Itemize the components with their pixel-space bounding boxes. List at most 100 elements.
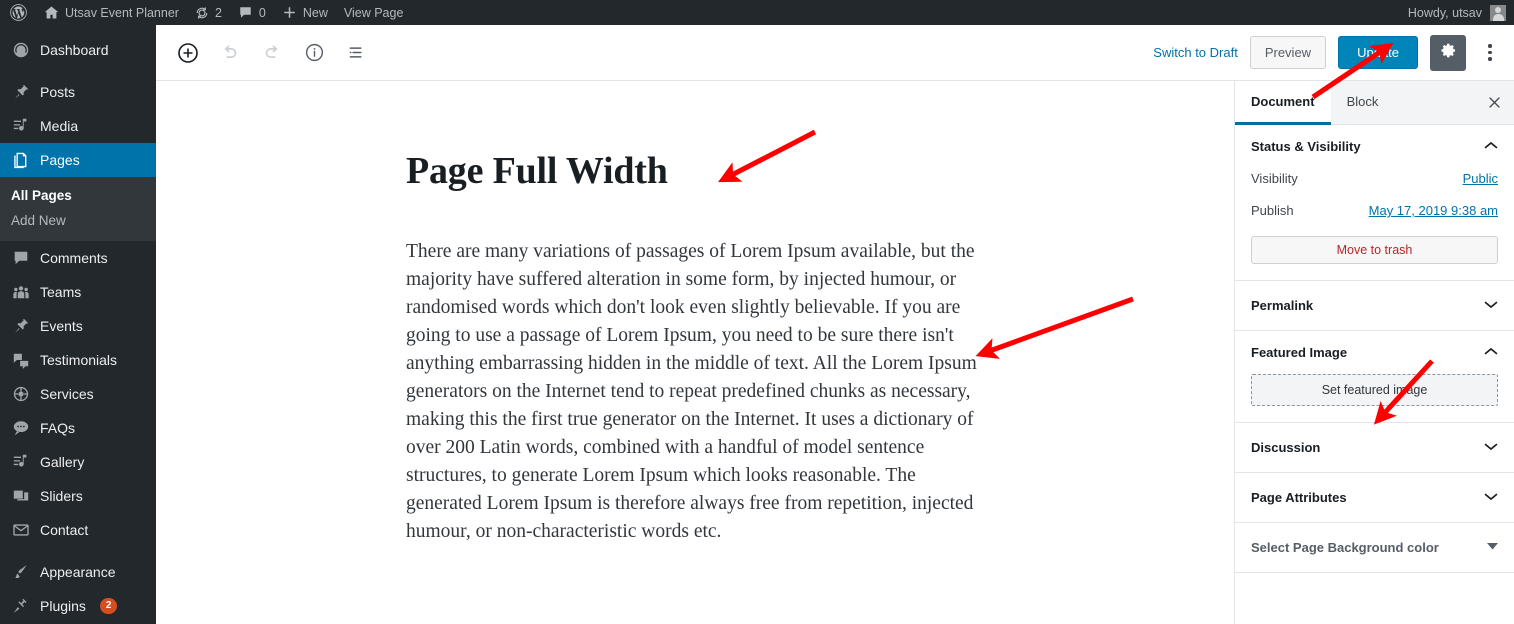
- move-to-trash-button[interactable]: Move to trash: [1251, 236, 1498, 264]
- plus-icon: [282, 5, 297, 20]
- sidebar-item-label: Posts: [40, 84, 76, 100]
- add-block-button[interactable]: [170, 35, 206, 71]
- sidebar-item-comments[interactable]: Comments: [0, 241, 156, 275]
- sidebar-item-label: Appearance: [40, 564, 116, 580]
- panel-title: Featured Image: [1251, 345, 1348, 360]
- sidebar-item-plugins[interactable]: Plugins 2: [0, 589, 156, 623]
- set-featured-image-button[interactable]: Set featured image: [1251, 374, 1498, 406]
- page-title[interactable]: Page Full Width: [406, 149, 1234, 193]
- visibility-row: Visibility Public: [1251, 171, 1498, 186]
- publish-date-button[interactable]: May 17, 2019 9:38 am: [1369, 203, 1498, 218]
- switch-to-draft-link[interactable]: Switch to Draft: [1153, 45, 1238, 60]
- block-navigation-button[interactable]: [338, 35, 374, 71]
- teams-icon: [11, 282, 31, 302]
- sidebar-item-teams[interactable]: Teams: [0, 275, 156, 309]
- update-button[interactable]: Update: [1338, 36, 1418, 69]
- tab-block[interactable]: Block: [1331, 81, 1395, 125]
- chevron-down-icon: [1484, 300, 1498, 312]
- updates-menu[interactable]: 2: [187, 0, 230, 25]
- sidebar-item-pages[interactable]: Pages: [0, 143, 156, 177]
- site-name-menu[interactable]: Utsav Event Planner: [36, 0, 187, 25]
- block-editor: Switch to Draft Preview Update Page Full…: [156, 25, 1514, 624]
- plugins-icon: [11, 596, 31, 616]
- plugins-update-badge: 2: [99, 598, 118, 614]
- sidebar-item-sliders[interactable]: Sliders: [0, 479, 156, 513]
- submenu-item-all-pages[interactable]: All Pages: [0, 183, 156, 208]
- more-options-button[interactable]: [1478, 35, 1502, 71]
- settings-tablist: Document Block: [1235, 81, 1514, 125]
- sidebar-item-dashboard[interactable]: Dashboard: [0, 33, 156, 67]
- visibility-value-button[interactable]: Public: [1463, 171, 1498, 186]
- more-options-icon: [1488, 44, 1492, 48]
- sidebar-item-label: Sliders: [40, 488, 83, 504]
- comments-count: 0: [258, 5, 266, 20]
- sidebar-item-label: Comments: [40, 250, 108, 266]
- editor-header-actions: Switch to Draft Preview Update: [1153, 34, 1502, 71]
- new-content-menu[interactable]: New: [274, 0, 336, 25]
- comments-menu[interactable]: 0: [230, 0, 274, 25]
- undo-button[interactable]: [212, 35, 248, 71]
- sidebar-item-posts[interactable]: Posts: [0, 75, 156, 109]
- sidebar-item-appearance[interactable]: Appearance: [0, 555, 156, 589]
- triangle-down-icon: [1487, 542, 1498, 553]
- gear-icon: [1439, 41, 1458, 65]
- updates-count: 2: [214, 5, 222, 20]
- preview-button[interactable]: Preview: [1249, 36, 1327, 69]
- view-page-menu[interactable]: View Page: [336, 0, 412, 25]
- close-settings-button[interactable]: [1474, 81, 1514, 125]
- chevron-down-icon: [1484, 492, 1498, 504]
- sidebar-item-events[interactable]: Events: [0, 309, 156, 343]
- submenu-item-add-new[interactable]: Add New: [0, 208, 156, 233]
- tab-document[interactable]: Document: [1235, 81, 1331, 125]
- sidebar-item-label: Gallery: [40, 454, 85, 470]
- panel-title: Permalink: [1251, 298, 1314, 313]
- pin-icon: [11, 82, 31, 102]
- sidebar-item-label: Services: [40, 386, 94, 402]
- sidebar-item-contact[interactable]: Contact: [0, 513, 156, 547]
- admin-sidebar-menu: Dashboard Posts Media Pages All Pages Ad…: [0, 25, 156, 624]
- permalink-panel-header[interactable]: Permalink: [1235, 281, 1514, 331]
- visibility-label: Visibility: [1251, 171, 1298, 186]
- site-name-label: Utsav Event Planner: [65, 5, 179, 20]
- admin-bar: Utsav Event Planner 2 0 New View Page Ho…: [0, 0, 1514, 25]
- close-icon: [1488, 97, 1500, 108]
- pin-icon: [11, 316, 31, 336]
- sidebar-item-media[interactable]: Media: [0, 109, 156, 143]
- discussion-panel-header[interactable]: Discussion: [1235, 423, 1514, 473]
- status-visibility-header[interactable]: Status & Visibility: [1251, 139, 1498, 154]
- paragraph-block[interactable]: There are many variations of passages of…: [406, 238, 986, 546]
- menu-spacer-2: [0, 547, 156, 555]
- redo-button[interactable]: [254, 35, 290, 71]
- featured-image-header[interactable]: Featured Image: [1251, 345, 1498, 360]
- menu-spacer-top: [0, 25, 156, 33]
- wordpress-logo-icon[interactable]: [0, 0, 36, 25]
- editor-canvas[interactable]: Page Full Width There are many variation…: [156, 81, 1234, 624]
- comment-bubble-icon: [238, 5, 253, 20]
- sidebar-item-gallery[interactable]: Gallery: [0, 445, 156, 479]
- account-menu[interactable]: Howdy, utsav: [1407, 4, 1514, 21]
- settings-gear-button[interactable]: [1430, 34, 1466, 71]
- chevron-up-icon: [1484, 347, 1498, 359]
- services-icon: [11, 384, 31, 404]
- panel-title: Page Attributes: [1251, 490, 1347, 505]
- featured-image-panel: Featured Image Set featured image: [1235, 331, 1514, 423]
- pages-icon: [11, 150, 31, 170]
- gallery-icon: [11, 452, 31, 472]
- sidebar-item-label: FAQs: [40, 420, 76, 436]
- content-info-button[interactable]: [296, 35, 332, 71]
- sidebar-item-label: Dashboard: [40, 42, 109, 58]
- updates-icon: [195, 6, 209, 20]
- sidebar-item-faqs[interactable]: FAQs: [0, 411, 156, 445]
- sidebar-item-testimonials[interactable]: Testimonials: [0, 343, 156, 377]
- new-label: New: [302, 5, 328, 20]
- appearance-icon: [11, 562, 31, 582]
- submenu-label: Add New: [11, 213, 66, 228]
- page-attributes-panel-header[interactable]: Page Attributes: [1235, 473, 1514, 523]
- sidebar-item-services[interactable]: Services: [0, 377, 156, 411]
- sidebar-item-label: Contact: [40, 522, 89, 538]
- background-color-panel-header[interactable]: Select Page Background color: [1235, 523, 1514, 573]
- howdy-label: Howdy, utsav: [1407, 5, 1482, 20]
- status-visibility-panel: Status & Visibility Visibility Public Pu…: [1235, 125, 1514, 281]
- dashboard-icon: [11, 40, 31, 60]
- panel-title: Discussion: [1251, 440, 1321, 455]
